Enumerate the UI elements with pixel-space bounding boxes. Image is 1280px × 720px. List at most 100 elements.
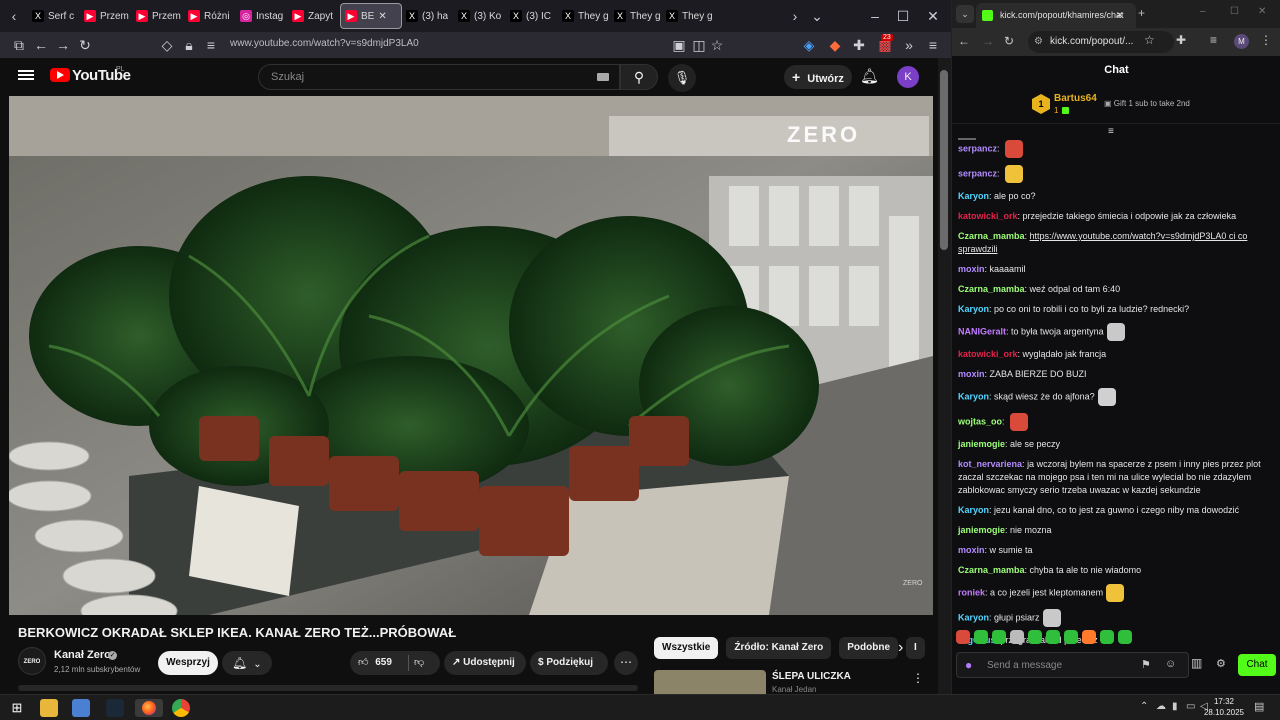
chrome-reload-icon[interactable]: ↻ <box>1004 34 1014 48</box>
chrome-minimize-icon[interactable]: – <box>1200 6 1206 17</box>
maximize-icon[interactable]: ☐ <box>892 5 914 27</box>
chat-username[interactable]: Karyon <box>958 191 989 201</box>
back-icon[interactable]: ← <box>30 34 52 56</box>
browser-tab[interactable]: ▶ Przem <box>132 3 184 29</box>
sidebar-toggle-icon[interactable]: ⧉ <box>8 34 30 56</box>
video-player[interactable]: ZERO ZERO <box>9 96 933 615</box>
quick-emote-icon[interactable] <box>956 630 970 644</box>
firefox-taskbar-icon[interactable] <box>135 699 163 717</box>
chat-username[interactable]: wojtas_oo <box>958 416 1002 426</box>
chat-username[interactable]: Czarna_mamba <box>958 231 1025 241</box>
recommended-more-icon[interactable]: ⋮ <box>912 671 924 685</box>
quick-emote-icon[interactable] <box>1046 630 1060 644</box>
chat-send-button[interactable]: Chat <box>1238 654 1276 676</box>
reader-view-icon[interactable]: ▣ <box>668 34 690 56</box>
chat-username[interactable]: Karyon <box>958 612 989 622</box>
chat-username[interactable]: katowicki_ork <box>958 211 1018 221</box>
close-tab-icon[interactable]: ✕ <box>378 11 386 22</box>
chrome-close-icon[interactable]: ✕ <box>1258 6 1266 17</box>
recommended-title[interactable]: ŚLEPA ULICZKA <box>772 671 851 682</box>
voice-search-button[interactable]: 🎙︎ <box>668 64 696 92</box>
permissions-icon[interactable]: ≡ <box>200 34 222 56</box>
chip[interactable]: I <box>906 637 925 659</box>
emoji-icon[interactable]: ☺ <box>1165 658 1176 670</box>
chrome-maximize-icon[interactable]: ☐ <box>1230 6 1239 17</box>
keyboard-icon[interactable] <box>597 73 609 81</box>
notifications-icon[interactable]: ▤ <box>1254 700 1264 713</box>
chat-username[interactable]: Czarna_mamba <box>958 284 1025 294</box>
browser-tab[interactable]: X They g <box>558 3 610 29</box>
windows-start-icon[interactable]: ⊞ <box>8 699 26 717</box>
chat-username[interactable]: serpancz <box>958 168 997 178</box>
chrome-back-icon[interactable]: ← <box>958 34 970 48</box>
recommended-channel[interactable]: Kanał Jedan <box>772 685 816 694</box>
like-button[interactable]: 👍︎ 659 <box>358 651 392 675</box>
chat-username[interactable]: Karyon <box>958 304 989 314</box>
tab-scroll-left-icon[interactable]: ‹ <box>0 5 28 27</box>
chat-username[interactable]: roniek <box>958 587 985 597</box>
tab-list-chevron-icon[interactable]: ⌄ <box>806 5 828 27</box>
chip[interactable]: Podobne <box>839 637 899 659</box>
collapse-filter-icon[interactable]: ≡ <box>1108 126 1114 137</box>
tab-search-icon[interactable]: ⌄ <box>956 5 974 23</box>
chat-username[interactable]: janiemogie <box>958 439 1005 449</box>
bookmark-star-icon[interactable]: ☆ <box>706 34 728 56</box>
quick-emote-icon[interactable] <box>1118 630 1132 644</box>
share-button[interactable]: ↗ Udostępnij <box>444 651 526 675</box>
chat-settings-icon[interactable]: ⚙ <box>1216 657 1226 670</box>
browser-tab[interactable]: ▶ Zapyt <box>288 3 340 29</box>
chrome-forward-icon[interactable]: → <box>982 34 994 48</box>
translate-icon[interactable]: ⚑ <box>1141 658 1151 671</box>
browser-tab[interactable]: ▶ Różni <box>184 3 236 29</box>
lock-icon[interactable]: 🔒︎ <box>178 34 200 56</box>
chat-username[interactable]: moxin <box>958 369 985 379</box>
browser-tab[interactable]: X (3) IC <box>506 3 558 29</box>
support-button[interactable]: Wesprzyj <box>158 651 218 675</box>
chat-username[interactable]: NANIGeralt <box>958 326 1006 336</box>
description-box[interactable] <box>18 685 638 691</box>
page-scrollbar-thumb[interactable] <box>940 70 948 250</box>
chat-username[interactable]: serpancz <box>958 143 997 153</box>
minimize-icon[interactable]: – <box>864 5 886 27</box>
chat-username[interactable]: janiemogie <box>958 525 1005 535</box>
steam-icon[interactable] <box>106 699 124 717</box>
chrome-extensions-icon[interactable]: ✚ <box>1176 33 1186 47</box>
quick-emote-icon[interactable] <box>974 630 988 644</box>
tray-network-icon[interactable]: ▭ <box>1186 701 1195 712</box>
tray-mic-icon[interactable]: ▮ <box>1172 701 1178 712</box>
quick-emote-icon[interactable] <box>1064 630 1078 644</box>
overflow-chevron-icon[interactable]: » <box>898 34 920 56</box>
file-explorer-icon[interactable] <box>40 699 58 717</box>
forward-icon[interactable]: → <box>52 34 74 56</box>
chat-username[interactable]: moxin <box>958 545 985 555</box>
this-pc-icon[interactable] <box>72 699 90 717</box>
gift-cta[interactable]: ▣ Gift 1 sub to take 2nd <box>1104 99 1190 108</box>
microphone-icon[interactable]: ● <box>965 658 972 672</box>
extension-shield-icon[interactable]: ◈ <box>798 34 820 56</box>
quick-emote-icon[interactable] <box>1010 630 1024 644</box>
browser-tab[interactable]: ▶ Przem <box>80 3 132 29</box>
tray-chevron-icon[interactable]: ⌃ <box>1140 701 1148 712</box>
browser-tab[interactable]: X They g <box>662 3 714 29</box>
hamburger-menu-icon[interactable] <box>18 68 34 82</box>
channel-name[interactable]: Kanał Zero <box>54 649 111 661</box>
create-button[interactable]: + Utwórz <box>784 65 852 89</box>
extension-fox-icon[interactable]: ◆ <box>824 34 846 56</box>
chat-input[interactable]: ● Send a message ⚑ ☺ <box>956 652 1189 678</box>
quick-emote-icon[interactable] <box>1028 630 1042 644</box>
chip[interactable]: Źródło: Kanał Zero <box>726 637 832 659</box>
chrome-media-icon[interactable]: ≡ <box>1210 33 1217 47</box>
chat-username[interactable]: kot_nervariena <box>958 459 1022 469</box>
chat-username[interactable]: katowicki_ork <box>958 349 1018 359</box>
tab-scroll-right-icon[interactable]: › <box>784 5 806 27</box>
chips-next-icon[interactable]: › <box>898 639 903 657</box>
notifications-bell-icon[interactable]: 🔔︎ <box>860 67 879 85</box>
subscription-bell-button[interactable]: 🔔︎ ⌄ <box>222 651 272 675</box>
chrome-taskbar-icon[interactable] <box>172 699 190 717</box>
chrome-menu-icon[interactable]: ⋮ <box>1260 33 1272 47</box>
quick-emote-icon[interactable] <box>1100 630 1114 644</box>
dislike-button[interactable]: 👎︎ <box>414 651 424 675</box>
browser-tab[interactable]: X (3) ha <box>402 3 454 29</box>
store-icon[interactable]: ▥ <box>1191 656 1202 670</box>
chat-username[interactable]: moxin <box>958 264 985 274</box>
